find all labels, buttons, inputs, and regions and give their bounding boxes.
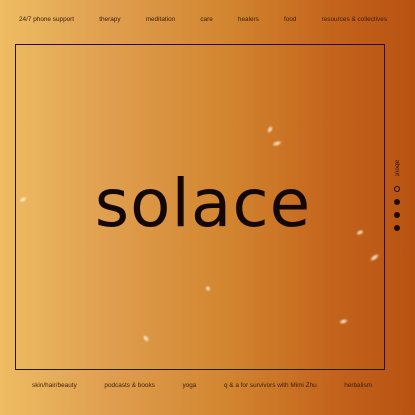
nav-link-care[interactable]: care	[200, 16, 212, 23]
nav-link-yoga[interactable]: yoga	[182, 382, 196, 389]
top-nav: 24/7 phone support therapy meditation ca…	[0, 16, 415, 23]
nav-link-therapy[interactable]: therapy	[99, 16, 120, 23]
nav-link-food[interactable]: food	[284, 16, 296, 23]
slide-indicator-dot[interactable]	[394, 185, 400, 192]
nav-link-resources-collectives[interactable]: resources & collectives	[322, 16, 387, 23]
brand-wordmark: solace	[94, 165, 312, 242]
slide-indicator-dot[interactable]	[394, 198, 400, 205]
nav-link-skin-hair-beauty[interactable]: skin/hair/beauty	[32, 382, 77, 389]
slide-indicator-dot[interactable]	[394, 224, 400, 231]
nav-link-herbalism[interactable]: herbalism	[344, 382, 372, 389]
nav-link-healers[interactable]: healers	[238, 16, 259, 23]
nav-link-podcasts-books[interactable]: podcasts & books	[104, 382, 154, 389]
about-link[interactable]: about	[394, 160, 401, 176]
bottom-nav: skin/hair/beauty podcasts & books yoga q…	[0, 382, 415, 389]
nav-link-24-7-phone-support[interactable]: 24/7 phone support	[19, 16, 74, 23]
slide-indicator-dot[interactable]	[394, 211, 400, 218]
side-controls: about	[390, 160, 404, 234]
nav-link-meditation[interactable]: meditation	[146, 16, 176, 23]
nav-link-q-a-survivors[interactable]: q & a for survivors with Mimi Zhu	[224, 382, 317, 389]
